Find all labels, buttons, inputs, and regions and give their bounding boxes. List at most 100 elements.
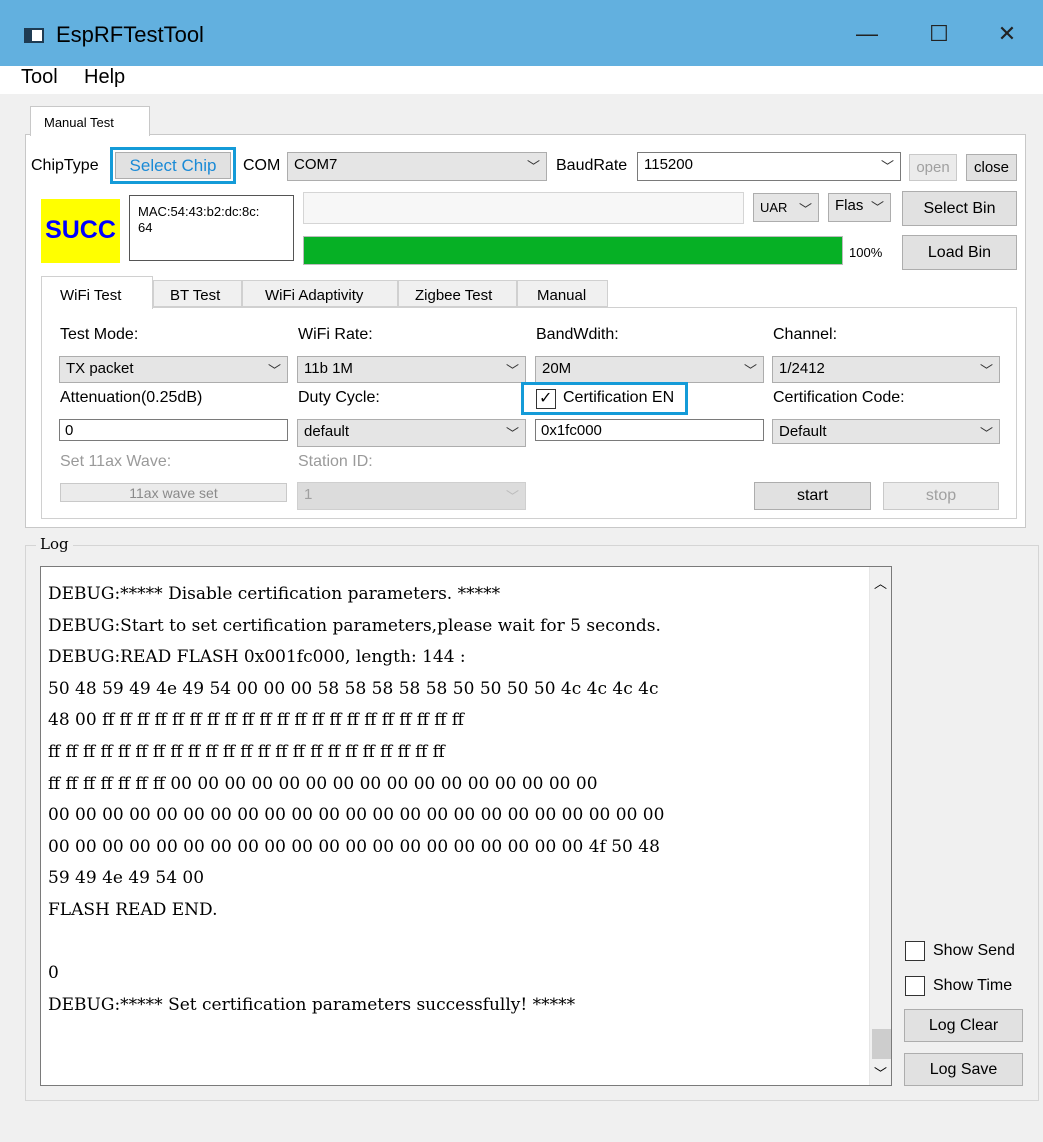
channel-value: 1/2412 bbox=[779, 360, 825, 377]
certification-address-input[interactable]: 0x1fc000 bbox=[535, 419, 764, 441]
wifi-rate-label: WiFi Rate: bbox=[298, 326, 373, 343]
chevron-down-icon: ﹀ bbox=[267, 363, 281, 378]
menu-tool[interactable]: Tool bbox=[21, 66, 58, 89]
wifi-rate-select[interactable]: 11b 1M ﹀ bbox=[297, 356, 526, 383]
log-save-button[interactable]: Log Save bbox=[904, 1053, 1023, 1086]
subtab-zigbee-test[interactable]: Zigbee Test bbox=[398, 280, 517, 307]
close-window-button[interactable]: ✕ bbox=[984, 16, 1030, 52]
log-line: ff ff ff ff ff ff ff ff ff ff ff ff ff f… bbox=[48, 741, 445, 762]
test-mode-value: TX packet bbox=[66, 360, 134, 377]
attenuation-label: Attenuation(0.25dB) bbox=[60, 389, 203, 406]
bandwidth-select[interactable]: 20M ﹀ bbox=[535, 356, 764, 383]
progress-fill bbox=[304, 237, 842, 264]
set-11ax-wave-label: Set 11ax Wave: bbox=[60, 453, 172, 470]
stop-button[interactable]: stop bbox=[883, 482, 999, 510]
chevron-down-icon: ﹀ bbox=[798, 202, 812, 217]
log-line: DEBUG:Start to set certification paramet… bbox=[48, 615, 661, 636]
log-line: 0 bbox=[48, 963, 59, 984]
scroll-thumb[interactable] bbox=[872, 1029, 891, 1059]
mac-address-display: MAC:54:43:b2:dc:8c: 64 bbox=[129, 195, 294, 261]
select-chip-button[interactable]: Select Chip bbox=[115, 152, 231, 179]
duty-cycle-label: Duty Cycle: bbox=[298, 389, 380, 406]
open-button[interactable]: open bbox=[909, 154, 957, 181]
log-scrollbar[interactable]: ︿ ﹀ bbox=[869, 567, 891, 1085]
show-time-label: Show Time bbox=[933, 977, 1013, 994]
flash-value: Flas bbox=[835, 197, 864, 214]
11ax-wave-set-button[interactable]: 11ax wave set bbox=[60, 483, 287, 502]
window-title: EspRFTestTool bbox=[56, 22, 204, 47]
com-select[interactable]: COM7 ﹀ bbox=[287, 152, 547, 181]
attenuation-input[interactable]: 0 bbox=[59, 419, 288, 441]
log-line: 59 49 4e 49 54 00 bbox=[48, 868, 205, 889]
tab-manual-test[interactable]: Manual Test bbox=[30, 106, 150, 136]
checkmark-icon: ✓ bbox=[539, 390, 553, 407]
baudrate-label: BaudRate bbox=[556, 157, 628, 174]
subtab-wifi-adaptivity[interactable]: WiFi Adaptivity bbox=[242, 280, 398, 307]
baudrate-select[interactable]: 115200 ﹀ bbox=[637, 152, 901, 181]
show-time-checkbox[interactable] bbox=[905, 976, 925, 996]
chevron-down-icon: ﹀ bbox=[505, 489, 519, 504]
certification-code-label: Certification Code: bbox=[773, 389, 905, 406]
baudrate-value: 115200 bbox=[644, 156, 693, 173]
subtab-manual[interactable]: Manual bbox=[517, 280, 608, 307]
station-id-value: 1 bbox=[304, 486, 313, 503]
menu-bar bbox=[0, 66, 1043, 94]
com-label: COM bbox=[243, 157, 281, 174]
log-clipped-line bbox=[41, 567, 871, 571]
station-id-label: Station ID: bbox=[298, 453, 373, 470]
test-mode-select[interactable]: TX packet ﹀ bbox=[59, 356, 288, 383]
scroll-up-icon[interactable]: ︿ bbox=[874, 573, 887, 592]
log-title: Log bbox=[36, 535, 73, 553]
menu-help[interactable]: Help bbox=[84, 66, 125, 89]
progress-label: 100% bbox=[849, 245, 883, 260]
app-icon bbox=[24, 28, 44, 43]
duty-cycle-select[interactable]: default ﹀ bbox=[297, 419, 526, 447]
bandwidth-label: BandWdith: bbox=[536, 326, 619, 343]
log-textarea[interactable]: DEBUG:***** Disable certification parame… bbox=[40, 566, 892, 1086]
log-line: ff ff ff ff ff ff ff 00 00 00 00 00 00 0… bbox=[48, 773, 598, 794]
chevron-down-icon: ﹀ bbox=[505, 426, 519, 441]
log-line: DEBUG:READ FLASH 0x001fc000, length: 144… bbox=[48, 647, 466, 668]
uart-select[interactable]: UAR ﹀ bbox=[753, 193, 819, 222]
log-line: DEBUG:***** Disable certification parame… bbox=[48, 584, 501, 604]
show-send-label: Show Send bbox=[933, 942, 1015, 959]
certification-en-checkbox[interactable]: ✓ bbox=[536, 389, 556, 409]
start-button[interactable]: start bbox=[754, 482, 871, 510]
log-line: DEBUG:***** Set certification parameters… bbox=[48, 994, 576, 1015]
com-value: COM7 bbox=[294, 156, 338, 173]
bin-path-field[interactable] bbox=[303, 192, 744, 224]
certification-code-value: Default bbox=[779, 423, 827, 440]
log-line: 00 00 00 00 00 00 00 00 00 00 00 00 00 0… bbox=[48, 805, 665, 826]
certification-code-select[interactable]: Default ﹀ bbox=[772, 419, 1000, 444]
load-bin-button[interactable]: Load Bin bbox=[902, 235, 1017, 270]
close-button[interactable]: close bbox=[966, 154, 1017, 181]
subtab-wifi-test[interactable]: WiFi Test bbox=[41, 276, 153, 309]
log-line: 50 48 59 49 4e 49 54 00 00 00 58 58 58 5… bbox=[48, 678, 659, 699]
chevron-down-icon: ﹀ bbox=[505, 363, 519, 378]
maximize-button[interactable]: ☐ bbox=[916, 16, 962, 52]
bandwidth-value: 20M bbox=[542, 360, 572, 377]
log-line: 00 00 00 00 00 00 00 00 00 00 00 00 00 0… bbox=[48, 836, 660, 857]
status-badge: SUCC bbox=[41, 199, 120, 263]
show-send-checkbox[interactable] bbox=[905, 941, 925, 961]
chevron-down-icon: ﹀ bbox=[743, 363, 757, 378]
chevron-down-icon: ﹀ bbox=[880, 159, 894, 174]
log-line: 48 00 ff ff ff ff ff ff ff ff ff ff ff f… bbox=[48, 710, 464, 731]
chevron-down-icon: ﹀ bbox=[870, 200, 884, 215]
progress-bar bbox=[303, 236, 843, 265]
chevron-down-icon: ﹀ bbox=[979, 363, 993, 378]
test-mode-label: Test Mode: bbox=[60, 326, 139, 343]
duty-cycle-value: default bbox=[304, 423, 350, 440]
log-clear-button[interactable]: Log Clear bbox=[904, 1009, 1023, 1042]
log-lines: DEBUG:***** Disable certification parame… bbox=[48, 579, 664, 1021]
scroll-down-icon[interactable]: ﹀ bbox=[874, 1063, 887, 1082]
chip-type-label: ChipType bbox=[31, 157, 99, 174]
subtab-bt-test[interactable]: BT Test bbox=[153, 280, 242, 307]
flash-select[interactable]: Flas ﹀ bbox=[828, 193, 891, 222]
select-bin-button[interactable]: Select Bin bbox=[902, 191, 1017, 226]
chevron-down-icon: ﹀ bbox=[979, 426, 993, 441]
channel-select[interactable]: 1/2412 ﹀ bbox=[772, 356, 1000, 383]
minimize-button[interactable]: — bbox=[844, 16, 890, 52]
station-id-select[interactable]: 1 ﹀ bbox=[297, 482, 526, 510]
